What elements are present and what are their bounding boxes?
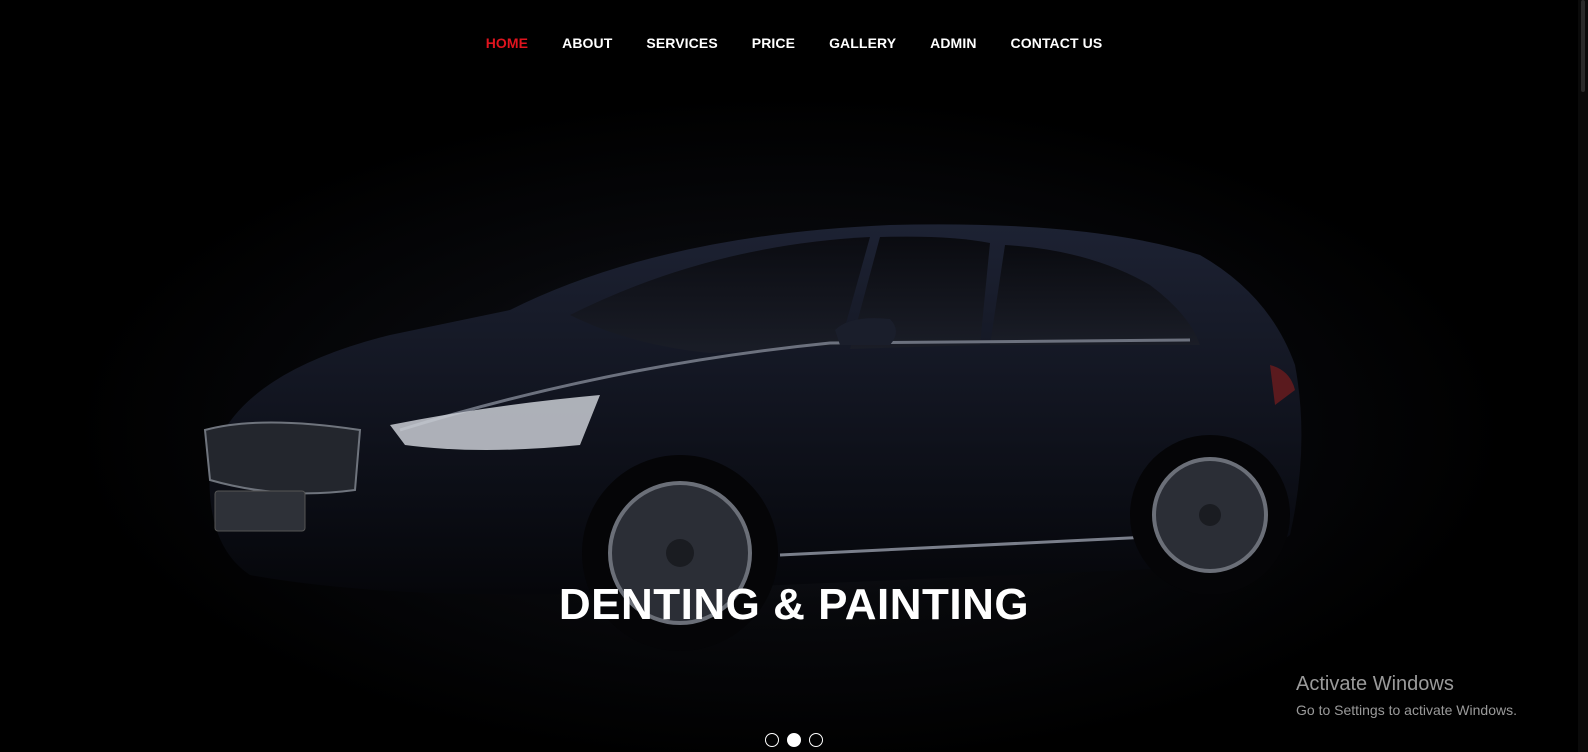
nav-admin[interactable]: ADMIN [930, 35, 976, 51]
hero-slider: HOME ABOUT SERVICES PRICE GALLERY ADMIN … [0, 0, 1588, 752]
nav-price[interactable]: PRICE [752, 35, 795, 51]
carousel-dot-1[interactable] [765, 733, 779, 747]
nav-gallery[interactable]: GALLERY [829, 35, 896, 51]
scrollbar-thumb[interactable] [1581, 0, 1585, 92]
watermark-title: Activate Windows [1296, 673, 1454, 695]
windows-activation-watermark: Activate Windows Go to Settings to activ… [1296, 673, 1517, 718]
carousel-indicators [0, 733, 1588, 747]
carousel-dot-2[interactable] [787, 733, 801, 747]
slide-caption: DENTING & PAINTING [558, 580, 1030, 629]
main-nav: HOME ABOUT SERVICES PRICE GALLERY ADMIN … [0, 0, 1588, 86]
nav-about[interactable]: ABOUT [562, 35, 612, 51]
nav-home[interactable]: HOME [486, 35, 528, 51]
nav-services[interactable]: SERVICES [646, 35, 717, 51]
carousel-dot-3[interactable] [809, 733, 823, 747]
nav-contact-us[interactable]: CONTACT US [1011, 35, 1103, 51]
page-scrollbar[interactable] [1578, 0, 1588, 752]
watermark-subtitle: Go to Settings to activate Windows. [1296, 702, 1517, 718]
